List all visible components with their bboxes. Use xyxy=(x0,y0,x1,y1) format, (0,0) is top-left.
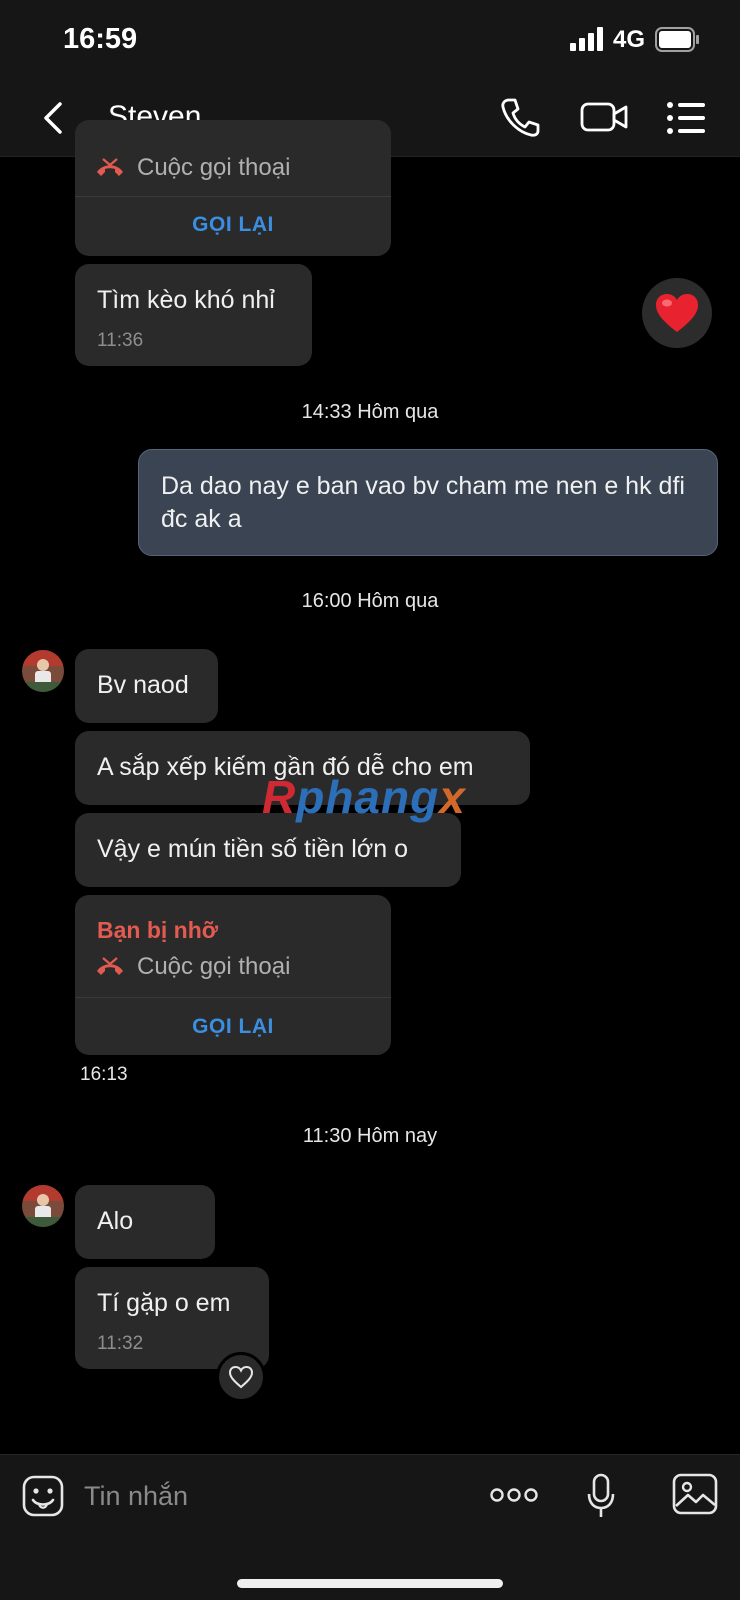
message-text: Bv naod xyxy=(97,671,189,699)
avatar-image xyxy=(22,650,64,692)
home-indicator xyxy=(237,1579,503,1588)
missed-call-icon xyxy=(97,957,123,975)
heart-icon xyxy=(656,294,698,332)
missed-call-row: Cuộc gọi thoại xyxy=(95,953,290,981)
phone-icon[interactable] xyxy=(500,96,540,138)
date-divider: 16:00 Hôm qua xyxy=(301,590,439,612)
missed-call-bubble-top: Cuộc gọi thoại GỌI LẠI xyxy=(75,120,391,256)
watermark-logo: Rphangx xyxy=(262,771,466,823)
callback-button[interactable]: GỌI LẠI xyxy=(75,1015,391,1039)
message-bubble[interactable]: Alo xyxy=(75,1185,215,1259)
message-time: 11:32 xyxy=(97,1333,144,1354)
divider xyxy=(75,196,391,197)
back-icon[interactable] xyxy=(36,98,72,138)
callback-button[interactable]: GỌI LẠI xyxy=(75,213,391,237)
battery-icon xyxy=(655,27,699,52)
message-bubble[interactable]: Tìm kèo khó nhỉ 11:36 xyxy=(75,264,312,366)
message-text: Vậy e mún tiền số tiền lớn o xyxy=(97,835,409,863)
date-divider: 14:33 Hôm qua xyxy=(301,401,439,423)
divider xyxy=(75,997,391,998)
message-text: Alo xyxy=(97,1207,134,1235)
signal-icon xyxy=(570,27,603,51)
react-button[interactable] xyxy=(216,1352,266,1402)
avatar[interactable] xyxy=(22,1185,64,1227)
sent-message-bubble[interactable]: Da dao nay e ban vao bv cham me nen e hk… xyxy=(138,449,718,556)
message-input-bar xyxy=(0,1454,740,1600)
avatar[interactable] xyxy=(22,650,64,692)
missed-call-row: Cuộc gọi thoại xyxy=(95,154,290,182)
heart-reaction[interactable] xyxy=(642,278,712,348)
message-time: 16:13 xyxy=(80,1064,128,1085)
missed-call-title: Bạn bị nhỡ xyxy=(97,917,219,943)
video-icon[interactable] xyxy=(580,96,628,138)
mic-icon[interactable] xyxy=(586,1473,616,1519)
more-icon[interactable] xyxy=(490,1485,538,1505)
message-time: 11:36 xyxy=(97,330,144,351)
emoji-icon[interactable] xyxy=(22,1475,64,1517)
message-input[interactable] xyxy=(84,1475,464,1517)
image-icon[interactable] xyxy=(672,1473,718,1515)
heart-outline-icon xyxy=(228,1365,254,1389)
avatar-image xyxy=(22,1185,64,1227)
status-bar: 16:59 4G xyxy=(0,0,740,80)
message-text: Da dao nay e ban vao bv cham me nen e hk… xyxy=(161,472,685,533)
menu-icon[interactable] xyxy=(666,100,706,136)
status-time: 16:59 xyxy=(63,23,138,55)
missed-call-bubble: Bạn bị nhỡ Cuộc gọi thoại GỌI LẠI xyxy=(75,895,391,1055)
message-bubble[interactable]: Bv naod xyxy=(75,649,218,723)
date-divider: 11:30 Hôm nay xyxy=(302,1125,438,1147)
message-text: Tìm kèo khó nhỉ xyxy=(97,286,275,314)
missed-call-label: Cuộc gọi thoại xyxy=(137,953,291,980)
message-text: Tí gặp o em xyxy=(97,1289,231,1317)
network-label: 4G xyxy=(613,26,646,53)
missed-call-icon xyxy=(97,158,123,176)
message-bubble[interactable]: Vậy e mún tiền số tiền lớn o xyxy=(75,813,461,887)
missed-call-label: Cuộc gọi thoại xyxy=(137,154,291,181)
